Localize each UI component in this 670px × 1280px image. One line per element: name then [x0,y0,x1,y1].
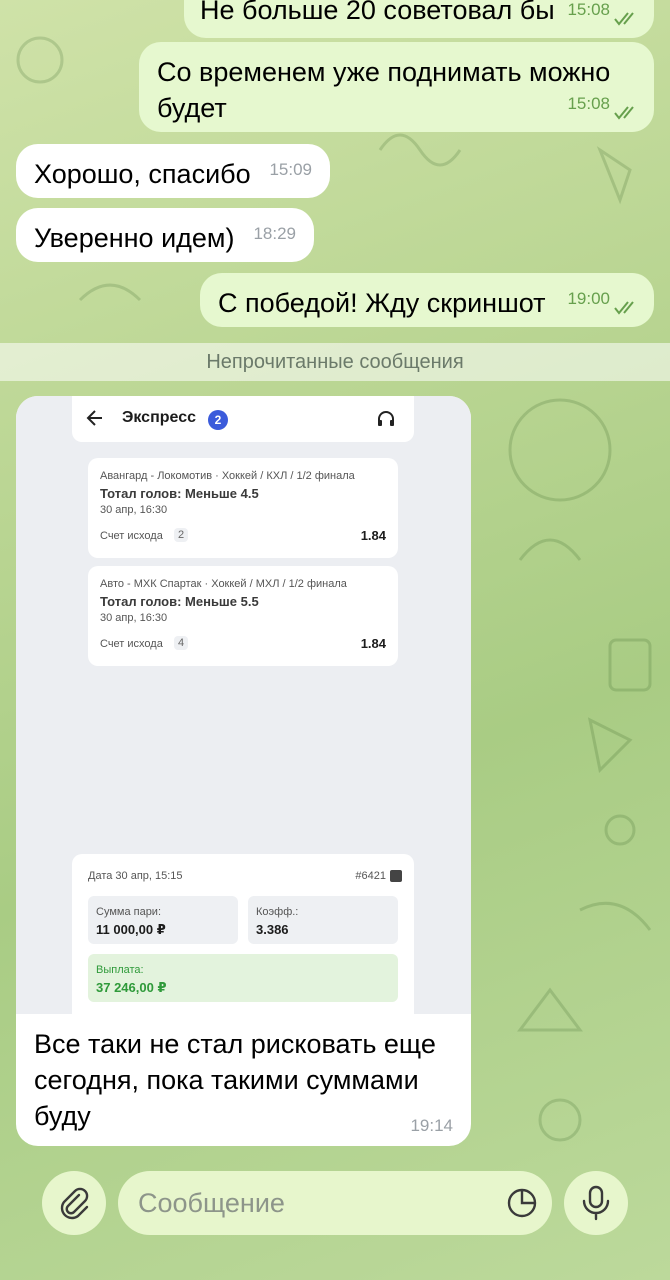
message-text: Со временем уже поднимать можно будет [157,57,611,123]
paperclip-icon [60,1187,89,1220]
message-input[interactable] [138,1187,478,1219]
bet-odds: 1.84 [360,528,386,543]
bet-outcome-value: 2 [174,528,189,542]
back-arrow-icon [86,410,102,426]
bet-odds: 1.84 [360,636,386,651]
sticker-icon[interactable] [506,1187,538,1219]
message-text: Не больше 20 советовал бы [200,0,555,25]
attach-button[interactable] [42,1171,106,1235]
payout-box: Выплата: 37 246,00 ₽ [88,954,398,1002]
message-outgoing[interactable]: Не больше 20 советовал бы 15:08 [184,0,654,38]
stake-label: Сумма пари: [96,906,162,918]
stake-value: 11 000,00 ₽ [96,922,166,937]
microphone-button[interactable] [564,1171,628,1235]
screenshot-header: Экспресс 2 [72,396,414,442]
message-outgoing[interactable]: Со временем уже поднимать можно будет 15… [139,42,654,132]
summary-date: Дата 30 апр, 15:15 [88,870,183,882]
message-text: Уверенно идем) [34,223,235,253]
message-time: 19:00 [567,289,610,308]
coef-value: 3.386 [256,922,289,937]
message-text: Хорошо, спасибо [34,159,251,189]
message-time: 15:08 [567,94,610,113]
photo-caption: Все таки не стал рисковать еще сегодня, … [34,1029,436,1131]
bet-outcome-label: Счет исхода [100,530,163,542]
bet-screenshot[interactable]: Экспресс 2 Авангард - Локомотив · Хоккей… [16,396,471,1014]
message-time: 19:14 [410,1116,453,1135]
chat-area: Не больше 20 советовал бы 15:08 Со време… [0,0,670,1280]
coef-label: Коэфф.: [256,906,299,918]
bet-card: Авто - МХК Спартак · Хоккей / МХЛ / 1/2 … [88,566,398,666]
screenshot-title: Экспресс [122,409,196,426]
stake-box: Сумма пари: 11 000,00 ₽ [88,896,238,944]
unread-divider: Непрочитанные сообщения [0,343,670,381]
bet-date: 30 апр, 16:30 [100,612,168,624]
payout-label: Выплата: [96,964,144,976]
bet-event: Авангард - Локомотив · Хоккей / КХЛ / 1/… [100,470,355,482]
bet-date: 30 апр, 16:30 [100,504,168,516]
bet-card: Авангард - Локомотив · Хоккей / КХЛ / 1/… [88,458,398,558]
read-checkmarks-icon [614,12,634,26]
payout-value: 37 246,00 ₽ [96,980,167,995]
message-time: 15:09 [269,160,312,179]
bet-outcome-label: Счет исхода [100,638,163,650]
photo-message[interactable]: Экспресс 2 Авангард - Локомотив · Хоккей… [16,396,471,1146]
message-outgoing[interactable]: С победой! Жду скриншот 19:00 [200,273,654,327]
bet-event: Авто - МХК Спартак · Хоккей / МХЛ / 1/2 … [100,578,347,590]
microphone-icon [582,1185,610,1221]
copy-icon [390,870,402,882]
read-checkmarks-icon [614,301,634,315]
message-text: С победой! Жду скриншот [218,288,546,318]
message-input-container[interactable] [118,1171,552,1235]
bet-outcome-value: 4 [174,636,189,650]
message-time: 18:29 [253,224,296,243]
headset-icon [378,411,394,426]
bet-market: Тотал голов: Меньше 5.5 [100,594,259,609]
unread-divider-label: Непрочитанные сообщения [206,350,464,373]
message-incoming[interactable]: Хорошо, спасибо 15:09 [16,144,330,198]
bet-summary: Дата 30 апр, 15:15 #6421 Сумма пари: 11 … [72,854,414,1014]
read-checkmarks-icon [614,106,634,120]
message-incoming[interactable]: Уверенно идем) 18:29 [16,208,314,262]
bets-count-badge: 2 [208,410,228,430]
message-time: 15:08 [567,0,610,19]
bet-market: Тотал голов: Меньше 4.5 [100,486,259,501]
summary-id: #6421 [355,870,386,882]
coef-box: Коэфф.: 3.386 [248,896,398,944]
